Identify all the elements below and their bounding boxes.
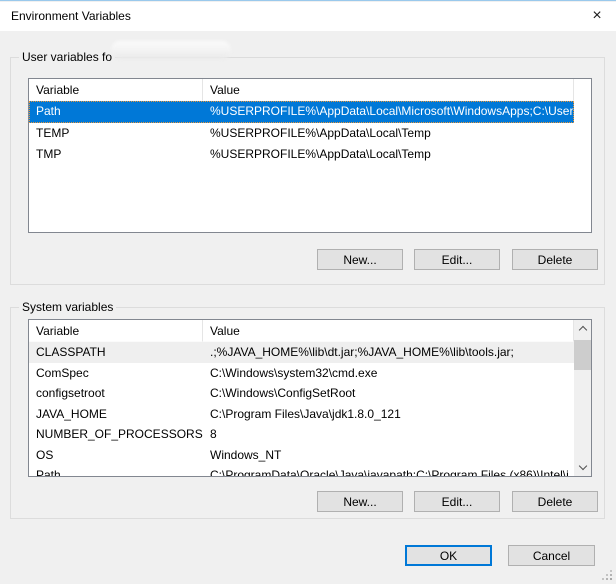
- scrollbar-thumb[interactable]: [574, 340, 591, 370]
- vertical-scrollbar[interactable]: [574, 320, 591, 476]
- table-row-java-home[interactable]: JAVA_HOME C:\Program Files\Java\jdk1.8.0…: [29, 404, 574, 425]
- table-header: Variable Value: [29, 320, 591, 342]
- variable-cell: configsetroot: [29, 383, 203, 404]
- variable-cell: Path: [29, 465, 203, 477]
- environment-variables-dialog: Environment Variables × User variables f…: [0, 0, 616, 584]
- title-bar: Environment Variables ×: [0, 2, 616, 31]
- table-row-temp[interactable]: TEMP %USERPROFILE%\AppData\Local\Temp: [29, 123, 574, 145]
- column-header-value[interactable]: Value: [203, 320, 574, 342]
- system-new-button[interactable]: New...: [317, 491, 403, 512]
- table-row-os[interactable]: OS Windows_NT: [29, 445, 574, 466]
- window-title: Environment Variables: [11, 2, 131, 31]
- cancel-button[interactable]: Cancel: [508, 545, 595, 566]
- redacted-username: [111, 41, 231, 59]
- variable-cell: OS: [29, 445, 203, 466]
- column-header-variable[interactable]: Variable: [29, 320, 203, 342]
- column-header-variable[interactable]: Variable: [29, 79, 203, 101]
- value-cell: C:\Program Files\Java\jdk1.8.0_121: [203, 404, 574, 425]
- value-cell: C:\ProgramData\Oracle\Java\javapath;C:\P…: [203, 465, 574, 477]
- variable-cell: NUMBER_OF_PROCESSORS: [29, 424, 203, 445]
- ok-button[interactable]: OK: [405, 545, 492, 566]
- user-delete-button[interactable]: Delete: [512, 249, 598, 270]
- table-row-configsetroot[interactable]: configsetroot C:\Windows\ConfigSetRoot: [29, 383, 574, 404]
- scroll-up-button[interactable]: [574, 320, 591, 337]
- system-variables-group: System variables Variable Value CLASSPAT…: [10, 307, 605, 519]
- chevron-up-icon: [578, 326, 586, 334]
- variable-cell: ComSpec: [29, 363, 203, 384]
- table-row-path[interactable]: Path %USERPROFILE%\AppData\Local\Microso…: [29, 101, 574, 123]
- table-header: Variable Value: [29, 79, 591, 101]
- variable-cell: TMP: [29, 144, 203, 166]
- table-row-system-path[interactable]: Path C:\ProgramData\Oracle\Java\javapath…: [29, 465, 574, 477]
- value-cell: %USERPROFILE%\AppData\Local\Temp: [203, 144, 574, 166]
- resize-grip-icon[interactable]: [602, 570, 604, 572]
- value-cell: 8: [203, 424, 574, 445]
- value-cell: Windows_NT: [203, 445, 574, 466]
- value-cell: .;%JAVA_HOME%\lib\dt.jar;%JAVA_HOME%\lib…: [203, 342, 574, 363]
- user-variables-table: Variable Value Path %USERPROFILE%\AppDat…: [28, 78, 592, 233]
- close-button[interactable]: ×: [584, 2, 610, 31]
- user-variables-group: User variables fo Variable Value Path %U…: [10, 57, 605, 285]
- user-edit-button[interactable]: Edit...: [414, 249, 500, 270]
- value-cell: C:\Windows\system32\cmd.exe: [203, 363, 574, 384]
- value-cell: %USERPROFILE%\AppData\Local\Temp: [203, 123, 574, 145]
- user-new-button[interactable]: New...: [317, 249, 403, 270]
- variable-cell: TEMP: [29, 123, 203, 145]
- table-row-comspec[interactable]: ComSpec C:\Windows\system32\cmd.exe: [29, 363, 574, 384]
- system-variables-table: Variable Value CLASSPATH .;%JAVA_HOME%\l…: [28, 319, 592, 477]
- table-row-number-of-processors[interactable]: NUMBER_OF_PROCESSORS 8: [29, 424, 574, 445]
- column-header-value[interactable]: Value: [203, 79, 574, 101]
- variable-cell: JAVA_HOME: [29, 404, 203, 425]
- system-delete-button[interactable]: Delete: [512, 491, 598, 512]
- system-variables-group-label: System variables: [19, 300, 116, 314]
- scroll-down-button[interactable]: [574, 459, 591, 476]
- close-icon: ×: [592, 7, 601, 24]
- value-cell: C:\Windows\ConfigSetRoot: [203, 383, 574, 404]
- table-row-tmp[interactable]: TMP %USERPROFILE%\AppData\Local\Temp: [29, 144, 574, 166]
- variable-cell: Path: [29, 101, 203, 123]
- value-cell: %USERPROFILE%\AppData\Local\Microsoft\Wi…: [203, 101, 574, 123]
- user-variables-group-label: User variables fo: [19, 50, 115, 64]
- chevron-down-icon: [578, 462, 586, 470]
- system-edit-button[interactable]: Edit...: [414, 491, 500, 512]
- variable-cell: CLASSPATH: [29, 342, 203, 363]
- table-row-classpath[interactable]: CLASSPATH .;%JAVA_HOME%\lib\dt.jar;%JAVA…: [29, 342, 574, 363]
